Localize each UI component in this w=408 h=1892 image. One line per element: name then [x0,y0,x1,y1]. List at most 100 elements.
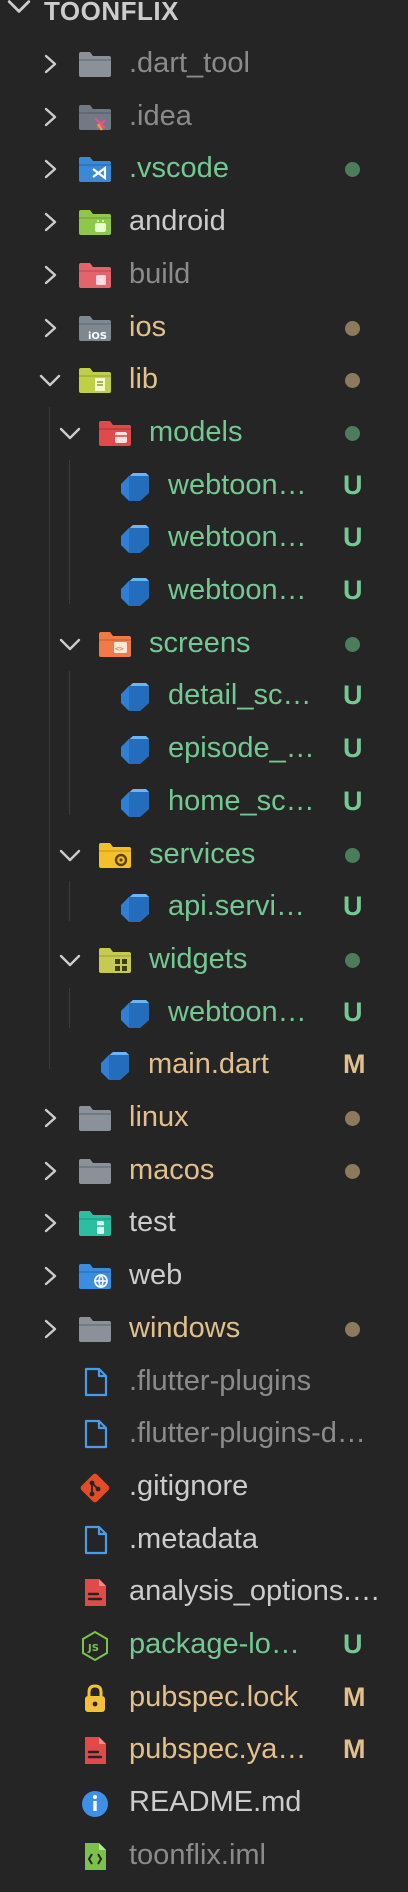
file-row-webtoon[interactable]: webtoon… U [0,459,408,512]
file-row-readme-md[interactable]: README.md [0,1776,408,1829]
file-row-episode[interactable]: episode_… U [0,722,408,775]
git-status-badge: M [343,1049,366,1080]
item-name: home_sc… [168,784,315,817]
file-row-webtoon[interactable]: webtoon… U [0,986,408,1039]
folder-row-test[interactable]: test [0,1196,408,1249]
chevron-down-icon[interactable] [58,421,82,445]
folder-widgets-icon [98,945,132,975]
chevron-down-icon[interactable] [38,368,62,392]
file-row-toonflix-iml[interactable]: toonflix.iml [0,1829,408,1882]
folder-lib-icon [78,365,112,395]
file-row-pubspec-ya[interactable]: pubspec.ya… M [0,1723,408,1776]
dart-file-icon [118,523,152,554]
folder-row-macos[interactable]: macos [0,1144,408,1197]
svg-text:iOS: iOS [88,331,107,342]
folder-gray-icon [78,49,112,79]
chevron-right-icon[interactable] [38,316,62,340]
folder-row-web[interactable]: web [0,1249,408,1302]
chevron-right-icon[interactable] [38,1264,62,1288]
item-name: pubspec.lock [129,1680,299,1713]
chevron-down-icon[interactable] [58,843,82,867]
chevron-right-icon[interactable] [38,1317,62,1341]
file-row-detail-sc[interactable]: detail_sc… U [0,669,408,722]
file-row-package-lo[interactable]: JS package-lo… U [0,1618,408,1671]
explorer-root-header[interactable]: TOONFLIX [0,0,408,26]
item-name: README.md [129,1786,302,1819]
file-row-analysis-options[interactable]: analysis_options.… [0,1565,408,1618]
folder-vscode-icon [78,154,112,184]
info-icon [78,1788,112,1818]
folder-screens-icon: <> [98,629,132,659]
git-status-badge: M [343,1681,366,1712]
folder-row-models[interactable]: models [0,406,408,459]
file-row-flutter-plugins-d[interactable]: .flutter-plugins-d… [0,1407,408,1460]
file-blue-icon [78,1419,112,1449]
folder-row-linux[interactable]: linux [0,1091,408,1144]
folder-gray-icon [78,1156,112,1186]
item-name: widgets [149,942,248,975]
git-status-badge: U [343,680,363,711]
item-name: test [129,1206,176,1239]
folder-row-windows[interactable]: windows [0,1302,408,1355]
file-row-webtoon[interactable]: webtoon… U [0,564,408,617]
item-name: episode_… [168,732,315,765]
folder-test-icon [78,1208,112,1238]
file-row-api-servi[interactable]: api.servi… U [0,880,408,933]
item-name: webtoon… [168,574,307,606]
item-name: models [149,415,243,448]
file-row-webtoon[interactable]: webtoon… U [0,511,408,564]
file-row-gitignore[interactable]: .gitignore [0,1460,408,1513]
chevron-right-icon[interactable] [38,1106,62,1130]
chevron-down-icon[interactable] [58,632,82,656]
chevron-right-icon[interactable] [38,1159,62,1183]
chevron-right-icon[interactable] [38,52,62,76]
git-status-dot [345,952,360,968]
chevron-down-icon[interactable] [58,948,82,972]
folder-row-widgets[interactable]: widgets [0,933,408,986]
item-name: android [129,205,226,238]
file-blue-icon [78,1367,112,1397]
folder-row-screens[interactable]: <> screens [0,617,408,670]
file-row-flutter-plugins[interactable]: .flutter-plugins [0,1355,408,1408]
chevron-right-icon[interactable] [38,1211,62,1235]
json-file-icon: JS [78,1630,112,1662]
folder-web-icon [78,1261,112,1291]
file-row-pubspec-lock[interactable]: pubspec.lock M [0,1671,408,1724]
folder-row-lib[interactable]: lib [0,353,408,406]
item-name: build [129,257,191,290]
chevron-right-icon[interactable] [38,157,62,181]
file-row-metadata[interactable]: .metadata [0,1513,408,1566]
dart-file-icon [118,576,152,606]
folder-build-icon [78,260,112,290]
item-name: windows [129,1311,241,1344]
folder-gray-icon [78,1314,112,1344]
folder-services-icon [98,840,132,870]
folder-row-vscode[interactable]: .vscode [0,142,408,195]
item-name: pubspec.ya… [129,1733,307,1766]
file-row-main-dart[interactable]: main.dart M [0,1038,408,1091]
git-status-dot [345,1163,360,1179]
git-status-dot [345,847,360,863]
folder-row-services[interactable]: services [0,828,408,881]
svg-text:JS: JS [87,1643,99,1654]
yaml-file-icon [78,1735,112,1765]
folder-row-build[interactable]: build [0,248,408,301]
item-name: main.dart [148,1048,269,1081]
item-name: webtoon… [168,521,307,554]
git-status-dot [345,320,360,336]
item-name: detail_sc… [168,679,312,712]
chevron-right-icon[interactable] [38,263,62,287]
svg-text:<>: <> [115,645,123,653]
git-status-dot [345,162,360,178]
folder-row-ios[interactable]: iOS ios [0,301,408,354]
dart-file-icon [118,892,152,923]
folder-row-idea[interactable]: .idea [0,90,408,143]
folder-row-android[interactable]: android [0,195,408,248]
chevron-right-icon[interactable] [38,105,62,129]
folder-row-dart-tool[interactable]: .dart_tool [0,37,408,90]
chevron-right-icon[interactable] [38,210,62,234]
file-row-home-sc[interactable]: home_sc… U [0,775,408,828]
git-status-dot [345,1111,360,1126]
dart-file-icon [118,734,152,765]
chevron-down-icon [6,0,32,25]
